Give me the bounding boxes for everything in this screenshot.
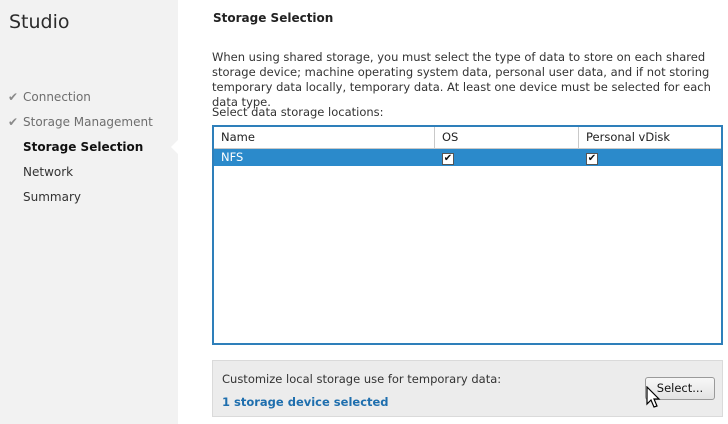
page-title: Storage Selection <box>213 11 334 25</box>
mouse-pointer-icon <box>646 386 661 408</box>
os-checkbox[interactable]: ✔ <box>442 153 454 165</box>
table-row[interactable]: NFS ✔ ✔ <box>214 149 721 166</box>
storage-locations-label: Select data storage locations: <box>212 105 384 119</box>
temp-storage-label: Customize local storage use for temporar… <box>222 372 502 386</box>
personal-vdisk-checkbox[interactable]: ✔ <box>586 153 598 165</box>
step-label: Summary <box>23 190 81 204</box>
step-connection[interactable]: ✔ Connection <box>0 88 178 113</box>
column-header-personal-vdisk[interactable]: Personal vDisk <box>579 127 721 148</box>
app-title: Studio <box>9 11 70 33</box>
main-content: Storage Selection When using shared stor… <box>178 0 728 424</box>
step-summary[interactable]: Summary <box>0 188 178 213</box>
row-os-cell: ✔ <box>435 149 579 166</box>
step-network[interactable]: Network <box>0 163 178 188</box>
storage-grid[interactable]: Name OS Personal vDisk NFS ✔ ✔ <box>212 125 723 345</box>
column-header-os[interactable]: OS <box>435 127 579 148</box>
step-storage-management[interactable]: ✔ Storage Management <box>0 113 178 138</box>
wizard-steps: ✔ Connection ✔ Storage Management Storag… <box>0 88 179 213</box>
page-description: When using shared storage, you must sele… <box>212 50 711 109</box>
step-label: Network <box>23 165 74 179</box>
storage-device-link[interactable]: 1 storage device selected <box>222 395 389 409</box>
step-label: Storage Selection <box>23 140 144 154</box>
grid-header: Name OS Personal vDisk <box>214 127 721 149</box>
wizard-sidebar: Studio ✔ Connection ✔ Storage Management… <box>0 0 179 424</box>
step-label: Storage Management <box>23 115 153 129</box>
step-storage-selection[interactable]: Storage Selection <box>0 138 179 163</box>
row-name-cell[interactable]: NFS <box>214 149 435 166</box>
column-header-name[interactable]: Name <box>214 127 435 148</box>
checkmark-icon: ✔ <box>8 115 19 129</box>
checkmark-icon: ✔ <box>8 90 19 104</box>
row-pvd-cell: ✔ <box>579 149 721 166</box>
step-label: Connection <box>23 90 91 104</box>
